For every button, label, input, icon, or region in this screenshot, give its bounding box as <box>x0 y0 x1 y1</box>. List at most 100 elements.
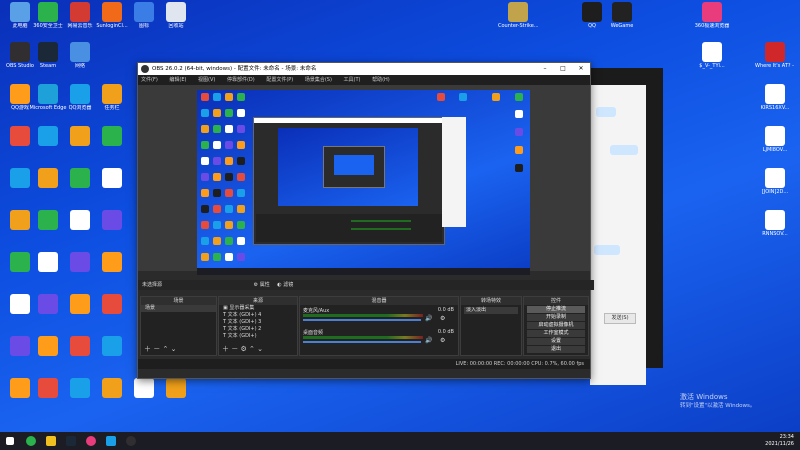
filters-button[interactable]: 滤镜 <box>283 282 293 288</box>
send-button[interactable]: 发送(S) <box>604 313 636 324</box>
obs-preview[interactable] <box>138 85 590 275</box>
close-button[interactable]: ✕ <box>572 63 590 75</box>
desktop-icon[interactable]: 回收站 <box>156 2 196 42</box>
preview-app-icon <box>201 173 209 181</box>
desktop-icon[interactable]: 360极速浏览器 <box>692 2 732 42</box>
preview-app-icon <box>237 253 245 261</box>
source-item[interactable]: T 文本 (GDI+) <box>219 333 297 340</box>
menu-profile[interactable]: 配置文件(P) <box>266 77 293 83</box>
menu-view[interactable]: 视图(V) <box>198 77 215 83</box>
maximize-button[interactable]: □ <box>554 63 572 75</box>
source-item[interactable]: T 文本 (GDI+) 4 <box>219 312 297 319</box>
minimize-button[interactable]: – <box>536 63 554 75</box>
app-icon <box>10 210 30 230</box>
desktop-icon[interactable]: 任务栏 <box>92 84 132 124</box>
properties-button[interactable]: 属性 <box>260 282 270 288</box>
settings-icon[interactable]: ⚙ <box>240 345 246 353</box>
desktop-icon[interactable] <box>92 168 132 208</box>
menu-docks[interactable]: 停靠部件(D) <box>227 77 255 83</box>
preview-app-icon <box>213 173 221 181</box>
desktop-icon[interactable] <box>92 336 132 376</box>
add-icon[interactable]: ＋ <box>222 345 229 353</box>
preview-app-icon <box>213 141 221 149</box>
desktop-icon[interactable]: [JOIN]2D... <box>755 168 795 208</box>
source-item[interactable]: T 文本 (GDI+) 3 <box>219 319 297 326</box>
desktop-icon-label: 回收站 <box>168 23 184 29</box>
desktop-icon[interactable]: KIRS16XV... <box>755 84 795 124</box>
clock-date: 2021/11/26 <box>765 441 794 447</box>
remove-icon[interactable]: － <box>153 345 160 353</box>
properties-icon[interactable]: ⚙ <box>254 282 258 288</box>
up-icon[interactable]: ⌃ <box>162 345 168 353</box>
stop-streaming-button[interactable]: 停止推流 <box>527 306 585 313</box>
desktop-icon[interactable]: $_V-_TYl... <box>692 42 732 82</box>
app-icon <box>10 168 30 188</box>
menu-file[interactable]: 文件(F) <box>141 77 158 83</box>
scene-item[interactable]: 场景 <box>141 305 216 312</box>
filters-icon[interactable]: ◐ <box>277 282 281 288</box>
desktop-icon[interactable]: WeGame <box>602 2 642 42</box>
obs-window[interactable]: OBS 26.0.2 (64-bit, windows) - 配置文件: 未命名… <box>137 62 594 379</box>
menu-tools[interactable]: 工具(T) <box>344 77 361 83</box>
preview-app-icon <box>225 253 233 261</box>
qq-browser-icon[interactable] <box>106 436 116 446</box>
source-item[interactable]: T 文本 (GDI+) 2 <box>219 326 297 333</box>
speed-browser-icon[interactable] <box>86 436 96 446</box>
studio-mode-button[interactable]: 工作室模式 <box>527 330 585 337</box>
obs-window-title: OBS 26.0.2 (64-bit, windows) - 配置文件: 未命名… <box>152 66 317 72</box>
settings-button[interactable]: 设置 <box>527 338 585 345</box>
start-virtual-camera-button[interactable]: 启动虚拟摄像机 <box>527 322 585 329</box>
menu-scene-collection[interactable]: 场景集合(S) <box>305 77 332 83</box>
app-icon <box>70 84 90 104</box>
steam-icon[interactable] <box>66 436 76 446</box>
gear-icon[interactable]: ⚙ <box>440 337 445 344</box>
desktop-icon[interactable]: RNNSOV... <box>755 210 795 250</box>
obs-title-bar[interactable]: OBS 26.0.2 (64-bit, windows) - 配置文件: 未命名… <box>138 63 590 75</box>
menu-help[interactable]: 帮助(H) <box>372 77 390 83</box>
file-icon <box>702 42 722 62</box>
chat-window[interactable]: 发送(S) <box>588 68 663 385</box>
taskbar-clock[interactable]: 23:34 2021/11/26 <box>765 434 794 448</box>
remove-icon[interactable]: － <box>231 345 238 353</box>
file-explorer-icon[interactable] <box>46 436 56 446</box>
desktop-icon[interactable] <box>92 252 132 292</box>
obs-taskbar-icon[interactable] <box>126 436 136 446</box>
add-icon[interactable]: ＋ <box>144 345 151 353</box>
mixer-track-name: 麦克风/Aux <box>303 308 330 314</box>
app-icon <box>582 2 602 22</box>
watermark-subtitle: 转到"设置"以激活 Windows。 <box>680 403 756 409</box>
menu-edit[interactable]: 编辑(E) <box>169 77 186 83</box>
transition-select[interactable]: 淡入淡出 <box>464 307 518 314</box>
preview-app-icon <box>237 125 245 133</box>
360-browser-icon[interactable] <box>26 436 36 446</box>
volume-slider[interactable] <box>303 341 421 343</box>
volume-slider[interactable] <box>303 319 421 321</box>
desktop-icon[interactable] <box>156 378 196 418</box>
desktop-icon[interactable]: LJMI8OV... <box>755 126 795 166</box>
obs-logo-icon <box>141 65 149 73</box>
nested-obs-capture <box>253 117 445 245</box>
desktop-icon[interactable] <box>92 126 132 166</box>
gear-icon[interactable]: ⚙ <box>440 315 445 322</box>
source-dock-buttons: ＋ － ⚙ ⌃ ⌄ <box>222 344 263 354</box>
start-icon[interactable] <box>6 437 14 445</box>
scene-dock-buttons: ＋ － ⌃ ⌄ <box>144 344 176 354</box>
down-icon[interactable]: ⌄ <box>257 345 263 353</box>
preview-app-icon <box>237 189 245 197</box>
chat-panel: 发送(S) <box>590 85 646 385</box>
desktop-icon[interactable] <box>92 210 132 250</box>
speaker-icon[interactable]: 🔊 <box>425 337 432 344</box>
source-item[interactable]: ▣ 显示器采集 <box>219 305 297 312</box>
desktop-icon-label: 任务栏 <box>104 105 120 111</box>
no-source-selected-label: 未选择源 <box>142 282 163 288</box>
start-recording-button[interactable]: 开始录制 <box>527 314 585 321</box>
desktop-icon[interactable]: Counter-Strike... <box>498 2 538 42</box>
down-icon[interactable]: ⌄ <box>171 345 177 353</box>
exit-button[interactable]: 退出 <box>527 346 585 353</box>
speaker-icon[interactable]: 🔊 <box>425 315 432 322</box>
preview-app-icon <box>225 237 233 245</box>
desktop-icon[interactable]: 网络 <box>60 42 100 82</box>
up-icon[interactable]: ⌃ <box>249 345 255 353</box>
desktop-icon[interactable]: Where It's AT? - Mid... <box>755 42 795 82</box>
desktop-icon[interactable] <box>92 294 132 334</box>
